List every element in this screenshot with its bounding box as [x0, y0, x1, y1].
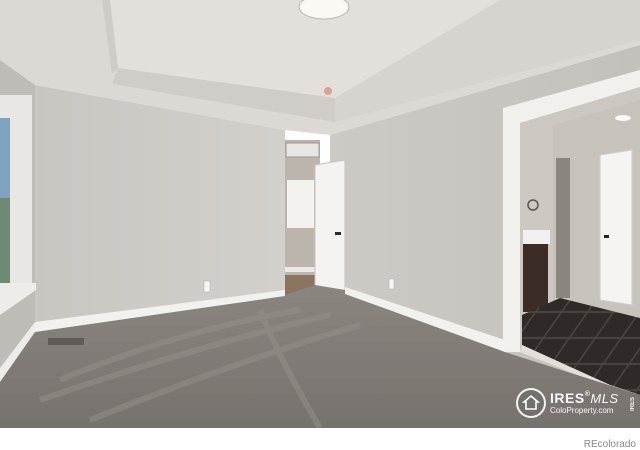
watermark-site: ColoProperty.com	[550, 406, 614, 415]
room-scene	[0, 0, 640, 428]
listing-watermark: IRES®MLS ColoProperty.com	[516, 386, 638, 420]
vanity-counter	[523, 230, 550, 244]
ensuite-door-knob	[604, 235, 609, 238]
hallway-window	[287, 180, 314, 228]
watermark-brand: IRES®MLS	[550, 390, 619, 406]
open-door	[314, 159, 346, 298]
floor-vent	[48, 338, 84, 345]
photo-credit: REcolorado	[583, 439, 636, 450]
watermark-side-text: IRES	[630, 397, 636, 412]
ensuite-light	[615, 115, 631, 121]
listing-photo: IRES®MLS ColoProperty.com IRES	[0, 0, 640, 428]
watermark-text: IRES®MLS ColoProperty.com	[550, 391, 619, 415]
window-glass-top	[0, 118, 10, 198]
smoke-detector	[324, 87, 332, 95]
house-logo-icon	[516, 388, 546, 418]
wall-outlet-right	[388, 278, 395, 290]
wall-outlet-back	[203, 280, 211, 293]
hallway-vent	[285, 142, 320, 158]
vanity-cabinet	[523, 244, 548, 312]
door-handle	[335, 232, 341, 235]
closet-doorway	[556, 158, 570, 298]
ensuite-closet-door	[599, 149, 633, 306]
hallway-baseboard	[285, 267, 315, 272]
